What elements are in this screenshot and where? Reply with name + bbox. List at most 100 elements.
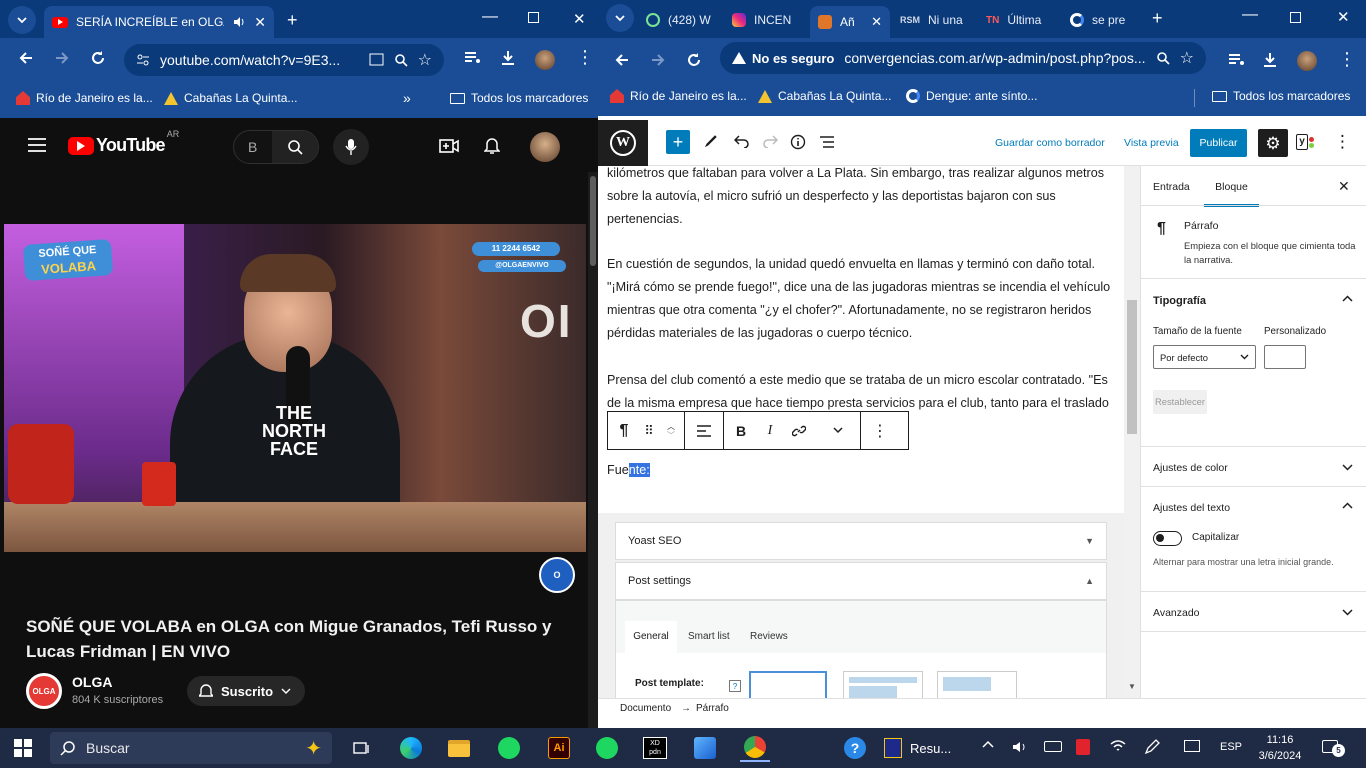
font-size-select[interactable]: Por defecto bbox=[1153, 345, 1256, 369]
tab-active-wordpress[interactable]: Añ ✕ bbox=[810, 6, 890, 38]
settings-button[interactable]: ⚙ bbox=[1258, 129, 1288, 157]
taskbar-app-resu[interactable]: Resu... bbox=[884, 734, 951, 762]
search-input[interactable]: B bbox=[248, 139, 272, 155]
add-block-button[interactable]: + bbox=[666, 130, 690, 154]
wordpress-logo[interactable]: W bbox=[598, 120, 648, 166]
publish-button[interactable]: Publicar bbox=[1190, 129, 1247, 157]
align-text-icon[interactable] bbox=[685, 424, 723, 437]
account-avatar[interactable] bbox=[530, 132, 560, 162]
pen-icon[interactable] bbox=[1144, 739, 1160, 755]
preview-button[interactable]: Vista previa bbox=[1124, 137, 1179, 149]
tab-search-icon[interactable] bbox=[8, 6, 36, 34]
paragraph-block[interactable]: Prensa del club comentó a este medio que… bbox=[607, 369, 1117, 415]
site-info-icon[interactable] bbox=[136, 53, 150, 67]
typography-heading[interactable]: Tipografía bbox=[1153, 295, 1206, 307]
paragraph-icon[interactable]: ¶ bbox=[608, 422, 640, 440]
tab-entry[interactable]: Entrada bbox=[1153, 181, 1190, 193]
video-player[interactable]: OI SOÑÉ QUE VOLABA 11 2244 6542 @OLGAENV… bbox=[4, 224, 586, 552]
download-icon[interactable] bbox=[500, 50, 516, 66]
edge-icon[interactable] bbox=[396, 734, 426, 762]
tab-general[interactable]: General bbox=[625, 621, 677, 653]
tab-google[interactable]: se pre bbox=[1070, 6, 1144, 34]
spotify-icon[interactable] bbox=[494, 734, 524, 762]
hamburger-menu-icon[interactable] bbox=[28, 138, 46, 152]
advanced-panel[interactable]: Avanzado bbox=[1141, 591, 1366, 631]
block-options-icon[interactable]: ⋮ bbox=[861, 421, 899, 441]
photos-icon[interactable] bbox=[690, 734, 720, 762]
link-icon[interactable] bbox=[782, 424, 816, 438]
media-control-icon[interactable] bbox=[464, 51, 482, 65]
more-formats-icon[interactable] bbox=[816, 427, 860, 434]
install-icon[interactable] bbox=[369, 53, 384, 67]
profile-avatar[interactable] bbox=[1297, 51, 1317, 71]
minimize-button[interactable]: — bbox=[482, 8, 498, 26]
tab-tn[interactable]: TN Última bbox=[986, 6, 1056, 34]
pen-tool-icon[interactable] bbox=[704, 134, 718, 148]
editor-scrollbar[interactable]: ▼ bbox=[1124, 166, 1140, 698]
illustrator-icon[interactable]: Ai bbox=[544, 734, 574, 762]
close-tab-icon[interactable]: ✕ bbox=[871, 14, 882, 30]
more-bookmarks-icon[interactable]: » bbox=[403, 90, 411, 106]
notifications-bell-icon[interactable] bbox=[484, 136, 500, 155]
tab-whatsapp[interactable]: (428) W bbox=[646, 6, 716, 34]
forward-icon[interactable] bbox=[54, 50, 70, 66]
maximize-button[interactable] bbox=[528, 12, 539, 23]
chevron-up-icon[interactable] bbox=[982, 740, 994, 748]
search-box[interactable]: B bbox=[233, 130, 319, 164]
wifi-icon[interactable] bbox=[1110, 739, 1126, 753]
media-control-icon[interactable] bbox=[1228, 53, 1246, 67]
minimize-button[interactable]: — bbox=[1242, 6, 1258, 24]
help-icon[interactable]: ? bbox=[729, 680, 741, 692]
yoast-seo-panel[interactable]: Yoast SEO ▼ bbox=[615, 522, 1107, 560]
chevron-up-icon[interactable] bbox=[1342, 295, 1353, 303]
channel-avatar[interactable]: OLGA bbox=[26, 673, 62, 709]
post-settings-panel[interactable]: Post settings ▲ bbox=[615, 562, 1107, 600]
yoast-icon[interactable]: y bbox=[1296, 132, 1320, 152]
bold-button[interactable]: B bbox=[724, 423, 758, 439]
antivirus-icon[interactable] bbox=[1076, 739, 1090, 755]
bookmark-item[interactable]: Dengue: ante sínto... bbox=[906, 89, 1037, 103]
address-bar[interactable]: No es seguro convergencias.com.ar/wp-adm… bbox=[720, 42, 1206, 74]
speaker-icon[interactable] bbox=[232, 15, 246, 29]
list-view-icon[interactable] bbox=[819, 135, 835, 149]
reload-icon[interactable] bbox=[90, 50, 106, 66]
close-window-button[interactable]: ✕ bbox=[1337, 8, 1350, 26]
tab-youtube[interactable]: SERÍA INCREÍBLE en OLGA y ✕ bbox=[44, 6, 274, 38]
battery-icon[interactable] bbox=[1044, 741, 1062, 752]
close-sidebar-icon[interactable]: ✕ bbox=[1338, 178, 1350, 195]
tab-reviews[interactable]: Reviews bbox=[750, 631, 788, 642]
bookmark-star-icon[interactable]: ☆ bbox=[1180, 48, 1194, 68]
volume-icon[interactable] bbox=[1012, 740, 1028, 754]
move-up-down-icon[interactable]: ︿ ﹀ bbox=[658, 422, 684, 440]
text-settings-heading[interactable]: Ajustes del texto bbox=[1153, 502, 1230, 514]
subscribe-button[interactable]: Suscrito bbox=[187, 676, 305, 706]
scrollbar[interactable] bbox=[588, 172, 598, 728]
info-icon[interactable] bbox=[790, 134, 806, 150]
template-option[interactable] bbox=[937, 671, 1017, 698]
address-bar[interactable]: youtube.com/watch?v=9E3... ☆ bbox=[124, 44, 444, 76]
tab-rsm[interactable]: RSM Ni una bbox=[900, 6, 970, 34]
create-video-icon[interactable] bbox=[439, 138, 459, 154]
maximize-button[interactable] bbox=[1290, 12, 1301, 23]
notifications-icon[interactable]: 5 bbox=[1322, 738, 1345, 757]
clock[interactable]: 11:16 3/6/2024 bbox=[1252, 732, 1308, 764]
back-icon[interactable] bbox=[614, 52, 630, 68]
tab-smart-list[interactable]: Smart list bbox=[688, 631, 730, 642]
zoom-icon[interactable] bbox=[394, 53, 408, 67]
breadcrumb-document[interactable]: Documento bbox=[620, 703, 671, 714]
search-button[interactable] bbox=[272, 131, 318, 163]
options-menu-icon[interactable]: ⋮ bbox=[1334, 133, 1351, 150]
reset-button[interactable]: Restablecer bbox=[1153, 390, 1207, 414]
tab-block[interactable]: Bloque bbox=[1204, 181, 1259, 207]
breadcrumb-block[interactable]: Párrafo bbox=[696, 703, 729, 714]
bookmark-star-icon[interactable]: ☆ bbox=[418, 50, 432, 70]
spotify-icon-2[interactable] bbox=[592, 734, 622, 762]
download-icon[interactable] bbox=[1262, 52, 1278, 68]
capitalize-toggle[interactable] bbox=[1153, 531, 1182, 546]
fuente-paragraph[interactable]: Fuente: bbox=[607, 460, 650, 480]
voice-search-button[interactable] bbox=[333, 129, 369, 165]
tab-search-icon[interactable] bbox=[606, 4, 634, 32]
italic-button[interactable]: I bbox=[758, 423, 782, 439]
bookmark-item[interactable]: Cabañas La Quinta... bbox=[164, 91, 297, 105]
template-option[interactable] bbox=[843, 671, 923, 698]
